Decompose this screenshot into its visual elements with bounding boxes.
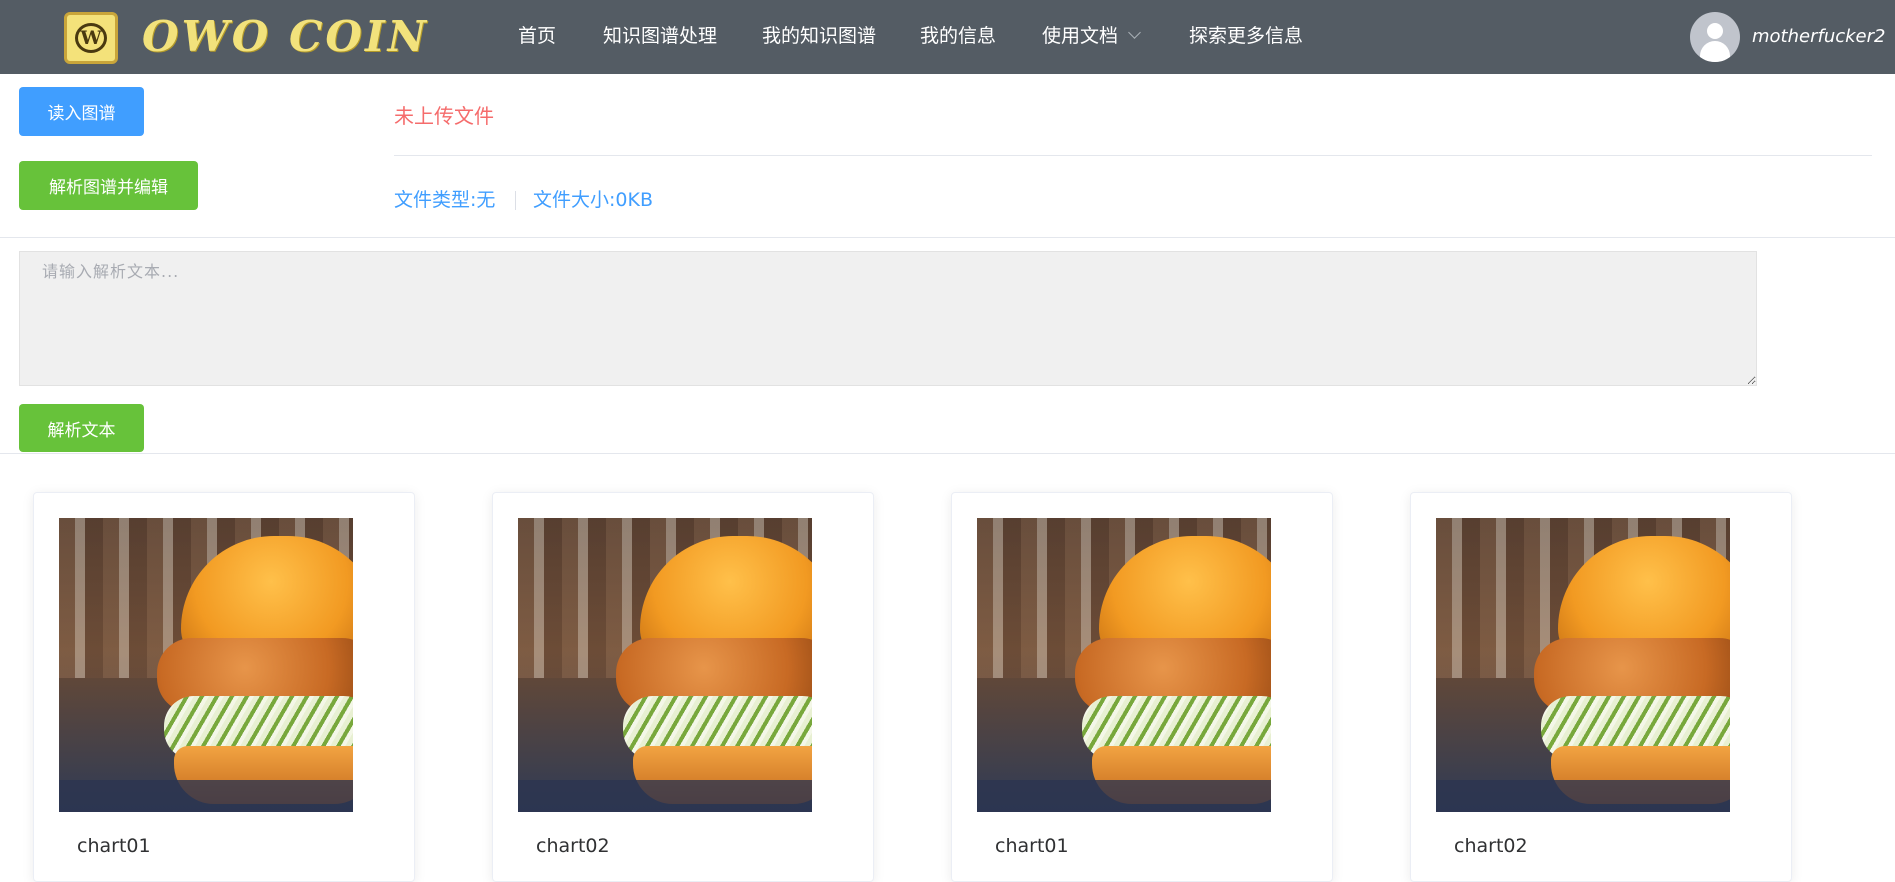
chart-title: chart02 bbox=[1454, 835, 1528, 857]
logo-icon[interactable]: W bbox=[64, 12, 118, 64]
chevron-down-icon bbox=[1128, 26, 1141, 39]
file-status: 未上传文件 bbox=[394, 104, 494, 128]
file-size: 文件大小:0KB bbox=[533, 189, 653, 211]
nav-item-my-info[interactable]: 我的信息 bbox=[920, 0, 996, 74]
chart-title: chart01 bbox=[995, 835, 1069, 857]
chart-card[interactable]: chart01 bbox=[951, 492, 1333, 882]
file-type: 文件类型:无 bbox=[394, 189, 496, 211]
nav-item-home[interactable]: 首页 bbox=[518, 0, 556, 74]
chart-card[interactable]: chart02 bbox=[492, 492, 874, 882]
avatar[interactable] bbox=[1690, 12, 1740, 62]
chart-thumbnail[interactable] bbox=[59, 518, 353, 812]
section-divider bbox=[0, 453, 1895, 454]
top-navbar: W OWO COIN 首页 知识图谱处理 我的知识图谱 我的信息 使用文档 探索… bbox=[0, 0, 1895, 74]
chart-thumbnail[interactable] bbox=[977, 518, 1271, 812]
parse-text-button[interactable]: 解析文本 bbox=[19, 404, 144, 452]
divider bbox=[394, 155, 1872, 156]
nav-item-explore[interactable]: 探索更多信息 bbox=[1189, 0, 1303, 74]
nav-item-kg-processing[interactable]: 知识图谱处理 bbox=[603, 0, 717, 74]
chart-title: chart02 bbox=[536, 835, 610, 857]
separator bbox=[515, 191, 516, 210]
chart-thumbnail[interactable] bbox=[518, 518, 812, 812]
chart-title: chart01 bbox=[77, 835, 151, 857]
nav-item-my-kg[interactable]: 我的知识图谱 bbox=[762, 0, 876, 74]
brand-name[interactable]: OWO COIN bbox=[142, 14, 429, 60]
parse-graph-edit-button[interactable]: 解析图谱并编辑 bbox=[19, 161, 198, 210]
logo-letter: W bbox=[75, 23, 107, 53]
chart-card[interactable]: chart02 bbox=[1410, 492, 1792, 882]
nav-item-docs[interactable]: 使用文档 bbox=[1042, 0, 1141, 74]
read-graph-button[interactable]: 读入图谱 bbox=[19, 87, 144, 136]
username[interactable]: motherfucker2 bbox=[1752, 24, 1885, 50]
nav-item-docs-label: 使用文档 bbox=[1042, 25, 1119, 47]
chart-thumbnail[interactable] bbox=[1436, 518, 1730, 812]
section-divider bbox=[0, 237, 1895, 238]
chart-card[interactable]: chart01 bbox=[33, 492, 415, 882]
user-icon bbox=[1707, 23, 1723, 39]
parse-text-input[interactable] bbox=[19, 251, 1757, 386]
